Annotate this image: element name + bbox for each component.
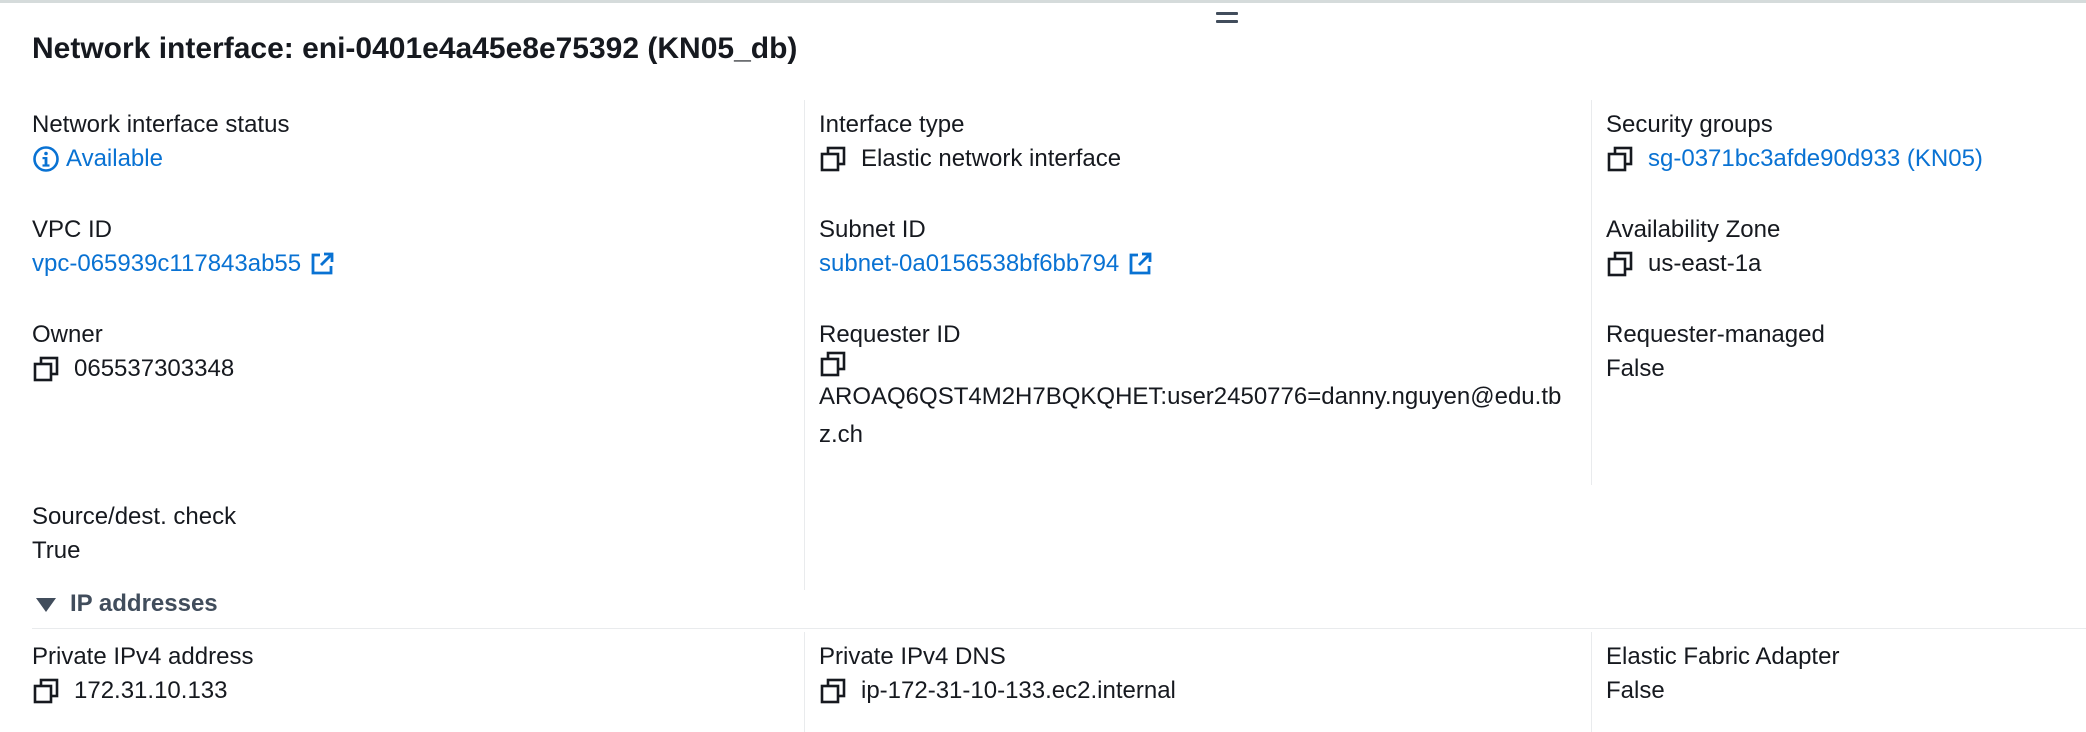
field-label: Owner	[32, 321, 103, 348]
interface-type-value: Elastic network interface	[819, 140, 1579, 178]
subnet-id-value: subnet-0a0156538bf6bb794	[819, 245, 1579, 283]
field-subnet-id: Subnet ID subnet-0a0156538bf6bb794	[819, 215, 1579, 283]
security-group-link[interactable]: sg-0371bc3afde90d933 (KN05)	[1648, 140, 1983, 178]
security-groups-value: sg-0371bc3afde90d933 (KN05)	[1606, 140, 2076, 178]
section-divider	[32, 628, 2086, 629]
field-elastic-fabric-adapter: Elastic Fabric Adapter False	[1606, 642, 2076, 710]
field-interface-type: Interface type Elastic network interface	[819, 110, 1579, 178]
field-label: VPC ID	[32, 216, 113, 243]
field-network-interface-status: Network interface status Available	[32, 110, 792, 178]
panel-top-border	[0, 0, 2086, 3]
availability-zone-value: us-east-1a	[1606, 245, 2076, 283]
drag-handle-icon[interactable]	[1216, 12, 1238, 26]
requester-managed-value: False	[1606, 355, 1665, 382]
private-ipv4-dns-value: ip-172-31-10-133.ec2.internal	[819, 672, 1579, 710]
field-label: Source/dest. check	[32, 503, 237, 530]
vpc-id-value: vpc-065939c117843ab55	[32, 245, 792, 283]
availability-zone-text: us-east-1a	[1648, 250, 1762, 277]
field-label: Availability Zone	[1606, 216, 1781, 243]
field-requester-managed: Requester-managed False	[1606, 320, 2076, 388]
status-value: Available	[32, 140, 792, 178]
copy-icon[interactable]	[1606, 250, 1634, 278]
field-vpc-id: VPC ID vpc-065939c117843ab55	[32, 215, 792, 283]
external-link-icon[interactable]	[309, 251, 335, 277]
interface-type-text: Elastic network interface	[861, 145, 1122, 172]
field-availability-zone: Availability Zone us-east-1a	[1606, 215, 2076, 283]
column-divider	[1591, 100, 1592, 485]
copy-icon[interactable]	[819, 350, 847, 378]
field-label: Elastic Fabric Adapter	[1606, 643, 1840, 670]
field-label: Private IPv4 DNS	[819, 643, 1006, 670]
owner-value: 065537303348	[32, 350, 792, 388]
source-dest-check-value: True	[32, 537, 81, 564]
field-security-groups: Security groups sg-0371bc3afde90d933 (KN…	[1606, 110, 2076, 178]
private-ipv4-dns-text: ip-172-31-10-133.ec2.internal	[861, 677, 1176, 704]
info-circle-icon	[33, 146, 59, 172]
copy-icon[interactable]	[32, 355, 60, 383]
status-text: Available	[66, 145, 163, 172]
caret-down-icon	[36, 598, 56, 612]
requester-id-text: AROAQ6QST4M2H7BQKQHET:user2450776=danny.…	[819, 383, 1562, 448]
owner-text: 065537303348	[74, 355, 235, 382]
column-divider	[804, 632, 805, 732]
copy-icon[interactable]	[1606, 145, 1634, 173]
field-label: Security groups	[1606, 111, 1773, 138]
column-divider	[804, 100, 805, 590]
elastic-fabric-adapter-value: False	[1606, 677, 1665, 704]
field-private-ipv4-address: Private IPv4 address 172.31.10.133	[32, 642, 792, 710]
field-label: Requester-managed	[1606, 321, 1825, 348]
field-private-ipv4-dns: Private IPv4 DNS ip-172-31-10-133.ec2.in…	[819, 642, 1579, 710]
copy-icon[interactable]	[819, 677, 847, 705]
panel-title: Network interface: eni-0401e4a45e8e75392…	[32, 32, 798, 65]
vpc-id-link[interactable]: vpc-065939c117843ab55	[32, 245, 301, 283]
field-label: Interface type	[819, 111, 965, 138]
section-title: IP addresses	[70, 590, 218, 617]
field-requester-id: Requester ID AROAQ6QST4M2H7BQKQHET:user2…	[819, 320, 1579, 454]
field-label: Network interface status	[32, 111, 290, 138]
private-ipv4-address-text: 172.31.10.133	[74, 677, 228, 704]
private-ipv4-address-value: 172.31.10.133	[32, 672, 792, 710]
copy-icon[interactable]	[32, 677, 60, 705]
column-divider	[1591, 632, 1592, 732]
field-owner: Owner 065537303348	[32, 320, 792, 388]
subnet-id-link[interactable]: subnet-0a0156538bf6bb794	[819, 245, 1119, 283]
field-source-dest-check: Source/dest. check True	[32, 502, 792, 570]
external-link-icon[interactable]	[1127, 251, 1153, 277]
ip-addresses-toggle[interactable]: IP addresses	[36, 590, 218, 618]
field-label: Subnet ID	[819, 216, 926, 243]
requester-id-copy-row	[819, 350, 1579, 378]
field-label: Requester ID	[819, 321, 961, 348]
field-label: Private IPv4 address	[32, 643, 254, 670]
copy-icon[interactable]	[819, 145, 847, 173]
